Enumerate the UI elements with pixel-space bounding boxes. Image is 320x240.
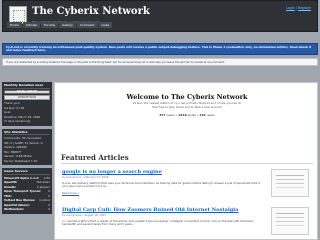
main-nav: Home Articles Forums Gallery Comment Lin… — [7, 22, 113, 28]
donation-box: Monthly Donation Goal $0.00 / $50.00 DON… — [2, 82, 52, 126]
users-count: 357 — [159, 113, 166, 117]
donation-title: Monthly Donation Goal — [4, 83, 50, 89]
featured-heading: Featured Articles — [61, 153, 129, 162]
site-header: The Cyberix Network The sophisticated tr… — [2, 0, 318, 32]
nav-home[interactable]: Home — [7, 22, 22, 28]
nav-comment[interactable]: Comment — [76, 22, 98, 28]
welcome-section: Welcome to The Cyberix Network At last, … — [97, 93, 277, 110]
nav-gallery[interactable]: Gallery — [59, 22, 76, 28]
site-counts: 357 users • 2918 posts • 246 users — [97, 113, 277, 117]
game-servers-box: Game Servers Minecraft Alpha 1.1.2: 1/20… — [2, 168, 52, 214]
article-card: google is no longer a search engine by A… — [62, 169, 262, 195]
donate-button[interactable]: DONATE NOW — [4, 94, 50, 101]
info-message: If you are distracted by scrolling mater… — [2, 58, 318, 66]
donation-progress-bar: $0.00 / $50.00 — [4, 89, 50, 94]
donation-days-remaining: (5 days remaining) — [4, 119, 31, 124]
articles-count: 246 — [199, 113, 206, 117]
posts-label: posts — [187, 113, 196, 117]
site-stats-title: Site Statistics — [4, 130, 50, 136]
main-content: Welcome to The Cyberix Network At last, … — [54, 82, 318, 240]
article-card: Digital Carp Cult: How Zoomers Ruined Ol… — [62, 207, 262, 227]
article-thumbnail[interactable] — [271, 169, 309, 197]
server-row[interactable]: Wolfenstein: 0 — [4, 207, 50, 212]
article-thumbnail[interactable] — [271, 207, 309, 235]
site-stats-box: Site Statistics Community: 30 connected … — [2, 128, 52, 166]
article-title[interactable]: Digital Carp Cult: How Zoomers Ruined Ol… — [62, 207, 262, 213]
announcement-banner: Cy-X.net is currently training an LLM-ba… — [2, 43, 318, 55]
article-meta: by Anonymous • August 18, 2025 — [62, 214, 106, 217]
donation-progress-label: $0.00 / $50.00 — [16, 89, 38, 93]
auth-links: Login | Register — [286, 6, 311, 10]
divider — [61, 163, 313, 164]
nav-forums[interactable]: Forums — [41, 22, 59, 28]
server-name: Wolfenstein: — [4, 207, 24, 212]
article-title[interactable]: google is no longer a search engine — [62, 169, 262, 175]
users-label: users — [166, 113, 175, 117]
posts-count: 2918 — [178, 113, 187, 117]
server-status: 0 — [48, 207, 50, 212]
article-excerpt: << wombus? Who's this? A reader of this … — [62, 219, 254, 227]
nav-articles[interactable]: Articles — [22, 22, 41, 28]
welcome-text: Feel free to stay tuned and to take a lo… — [152, 105, 222, 110]
welcome-title: Welcome to The Cyberix Network — [126, 93, 248, 101]
site-title[interactable]: The Cyberix Network — [32, 6, 150, 17]
register-link[interactable]: Register — [298, 6, 311, 10]
nav-links[interactable]: Links — [98, 22, 113, 28]
sidebar: Monthly Donation Goal $0.00 / $50.00 DON… — [2, 82, 52, 240]
article-excerpt: it is an ads delivery platform that uses… — [62, 181, 260, 189]
article-meta: by Anonymous • February 17, 2026 — [62, 176, 109, 179]
articles-label: users — [206, 113, 215, 117]
login-link[interactable]: Login — [286, 6, 295, 10]
game-servers-title: Game Servers — [4, 169, 50, 175]
read-more-link[interactable]: Read more » — [62, 191, 262, 195]
site-stat: Server: Dashboard 1.19 — [4, 158, 38, 163]
